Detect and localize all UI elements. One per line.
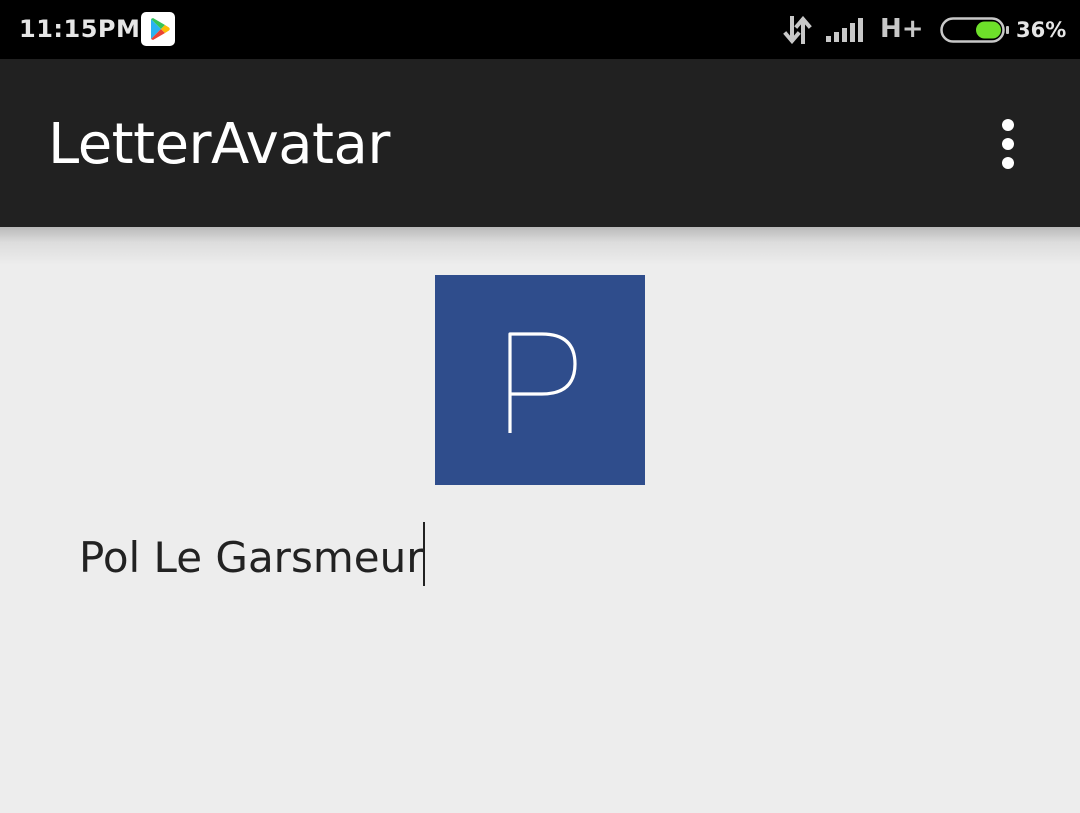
menu-dot	[1002, 157, 1014, 169]
text-cursor	[423, 522, 426, 586]
name-input-value: Pol Le Garsmeur	[79, 533, 424, 582]
name-input[interactable]: Pol Le Garsmeur	[79, 522, 999, 586]
play-store-icon	[141, 12, 175, 46]
battery-icon	[940, 17, 1010, 47]
status-time: 11:15PM	[19, 15, 141, 43]
app-title: LetterAvatar	[48, 112, 390, 177]
status-bar: 11:15PM H+ 36%	[0, 0, 1080, 59]
letter-avatar: P	[435, 275, 645, 485]
battery-percent: 36%	[1016, 18, 1067, 42]
overflow-menu-icon[interactable]	[988, 114, 1028, 174]
menu-dot	[1002, 138, 1014, 150]
menu-dot	[1002, 119, 1014, 131]
data-transfer-icon	[783, 15, 813, 48]
action-bar-shadow	[0, 227, 1080, 265]
signal-bars-icon	[826, 16, 866, 48]
battery-level-fill	[976, 21, 1001, 39]
app-screen: 11:15PM H+ 36% LetterAvatar Pol Le Garsm…	[0, 0, 1080, 813]
network-type-label: H+	[880, 14, 924, 44]
